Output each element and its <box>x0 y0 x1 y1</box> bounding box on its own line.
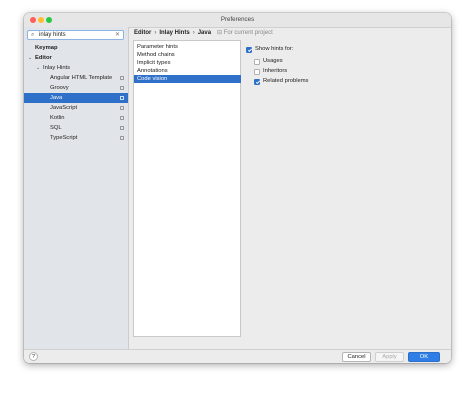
sidebar-item-label: Editor <box>35 55 52 61</box>
sidebar-item-sql[interactable]: SQL <box>24 123 128 133</box>
project-scope-label: ⊟ For current project <box>217 30 273 36</box>
related-problems-checkbox[interactable] <box>254 78 260 85</box>
sidebar-item-java[interactable]: Java <box>24 93 128 103</box>
project-scope-icon <box>120 126 124 130</box>
apply-button[interactable]: Apply <box>375 352 404 362</box>
hints-list: Parameter hints Method chains Implicit t… <box>133 40 241 337</box>
dialog-footer: ? Cancel Apply OK <box>24 349 451 363</box>
sidebar-item-label: Groovy <box>50 85 69 91</box>
hint-code-vision[interactable]: Code vision <box>134 75 241 83</box>
sidebar-item-label: Keymap <box>35 45 58 51</box>
sidebar-item-keymap[interactable]: Keymap <box>24 43 128 53</box>
show-hints-checkbox[interactable] <box>246 46 252 53</box>
sidebar-item-label: Angular HTML Template <box>50 75 113 81</box>
search-icon: ⌕ <box>31 32 35 38</box>
project-scope-icon <box>120 76 124 80</box>
hint-method-chains[interactable]: Method chains <box>134 51 241 59</box>
expanded-chevron-icon[interactable]: ⌄ <box>28 53 32 63</box>
usages-checkbox[interactable] <box>254 58 260 65</box>
sidebar-item-kotlin[interactable]: Kotlin <box>24 113 128 123</box>
project-scope-icon <box>120 96 124 100</box>
hint-implicit-types[interactable]: Implicit types <box>134 59 241 67</box>
title-bar: Preferences <box>24 13 451 28</box>
inheritors-label: Inheritors <box>263 68 288 74</box>
expanded-chevron-icon[interactable]: ⌄ <box>36 63 40 73</box>
project-scope-icon <box>120 136 124 140</box>
breadcrumb-editor[interactable]: Editor <box>134 30 151 36</box>
project-scope-text: For current project <box>223 30 273 36</box>
help-button[interactable]: ? <box>29 352 38 361</box>
sidebar-item-angular-html-template[interactable]: Angular HTML Template <box>24 73 128 83</box>
inheritors-checkbox[interactable] <box>254 68 260 75</box>
sidebar-item-label: Java <box>50 95 63 101</box>
sidebar-item-typescript[interactable]: TypeScript <box>24 133 128 143</box>
project-scope-icon <box>120 106 124 110</box>
sidebar-item-inlay-hints[interactable]: ⌄ Inlay Hints <box>24 63 128 73</box>
project-scope-icon: ⊟ <box>217 30 224 36</box>
cancel-button[interactable]: Cancel <box>342 352 371 362</box>
breadcrumb-separator: › <box>154 30 157 36</box>
breadcrumb-separator: › <box>192 30 195 36</box>
breadcrumb-java: Java <box>197 30 212 36</box>
settings-search-field[interactable]: ⌕ inlay hints ✕ <box>27 30 124 40</box>
window-title: Preferences <box>220 16 255 23</box>
sidebar-item-label: TypeScript <box>50 135 78 141</box>
preferences-window: Preferences ⌕ inlay hints ✕ Keymap ⌄ Edi… <box>24 13 451 363</box>
sidebar-item-label: Inlay Hints <box>43 65 71 71</box>
hint-annotations[interactable]: Annotations <box>134 67 241 75</box>
clear-search-icon[interactable]: ✕ <box>115 31 120 39</box>
ok-button[interactable]: OK <box>408 352 440 362</box>
sidebar-item-label: SQL <box>50 125 62 131</box>
breadcrumb: Editor › Inlay Hints › Java ⊟ For current pro… <box>134 28 273 38</box>
sidebar-item-label: JavaScript <box>50 105 78 111</box>
show-hints-label: Show hints for: <box>255 46 294 52</box>
project-scope-icon <box>120 86 124 90</box>
sidebar-item-editor[interactable]: ⌄ Editor <box>24 53 128 63</box>
sidebar-item-javascript[interactable]: JavaScript <box>24 103 128 113</box>
breadcrumb-inlay-hints[interactable]: Inlay Hints <box>159 30 189 36</box>
hint-parameter-hints[interactable]: Parameter hints <box>134 43 241 51</box>
search-input-value[interactable]: inlay hints <box>39 31 66 39</box>
related-problems-label: Related problems <box>263 78 309 84</box>
project-scope-icon <box>120 116 124 120</box>
usages-label: Usages <box>263 58 283 64</box>
settings-sidebar: ⌕ inlay hints ✕ Keymap ⌄ Editor ⌄ Inlay … <box>24 27 129 349</box>
sidebar-item-groovy[interactable]: Groovy <box>24 83 128 93</box>
sidebar-item-label: Kotlin <box>50 115 65 121</box>
